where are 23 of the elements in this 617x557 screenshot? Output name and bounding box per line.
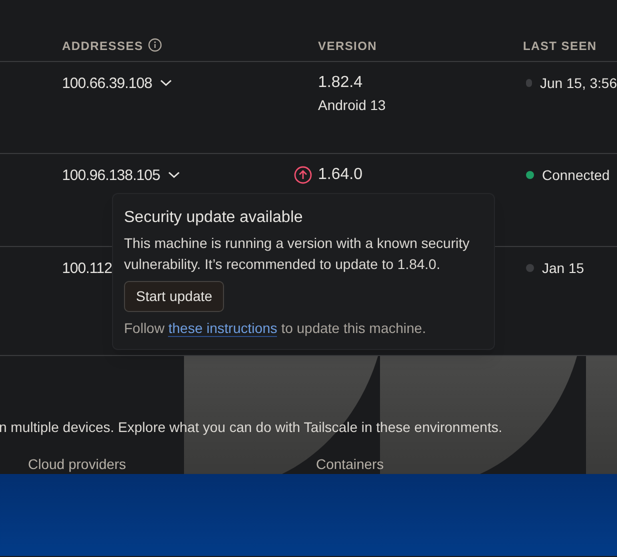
popover-body: This machine is running a version with a known security vulnerability. It’s recommended to update to 1.84.0. (124, 234, 470, 274)
ip-address: 100.96.138.105 (62, 166, 160, 186)
last-seen: Jun 15, 3:56 (540, 74, 617, 92)
environment-label[interactable]: Cloud providers (28, 454, 316, 475)
column-header: LAST SEEN (523, 38, 597, 55)
version-number: 1.64.0 (318, 165, 364, 185)
last-seen: Connected (542, 166, 610, 184)
popover-title: Security update available (124, 208, 304, 228)
os-version: Android 13 (318, 96, 387, 115)
last-seen: Jan 15 (542, 258, 584, 278)
popover-footer: Follow these instructions to update this machine. (124, 318, 483, 339)
chevron-down-icon[interactable] (168, 171, 180, 179)
start-update-button[interactable]: Start update (124, 281, 224, 312)
chevron-down-icon[interactable] (160, 79, 172, 87)
ip-address: 100.112 (62, 259, 112, 279)
version-number: 1.82.4 (318, 73, 364, 93)
column-header: ADDRESSES (62, 38, 144, 55)
instructions-link[interactable]: these instructions (168, 320, 278, 337)
info-icon[interactable] (148, 38, 162, 52)
environment-label[interactable]: Containers (316, 454, 384, 475)
column-header: VERSION (318, 38, 378, 55)
description-text: n multiple devices. Explore what you can do with Tailscale in these environments. (0, 418, 502, 437)
ip-address: 100.66.39.108 (62, 74, 152, 94)
